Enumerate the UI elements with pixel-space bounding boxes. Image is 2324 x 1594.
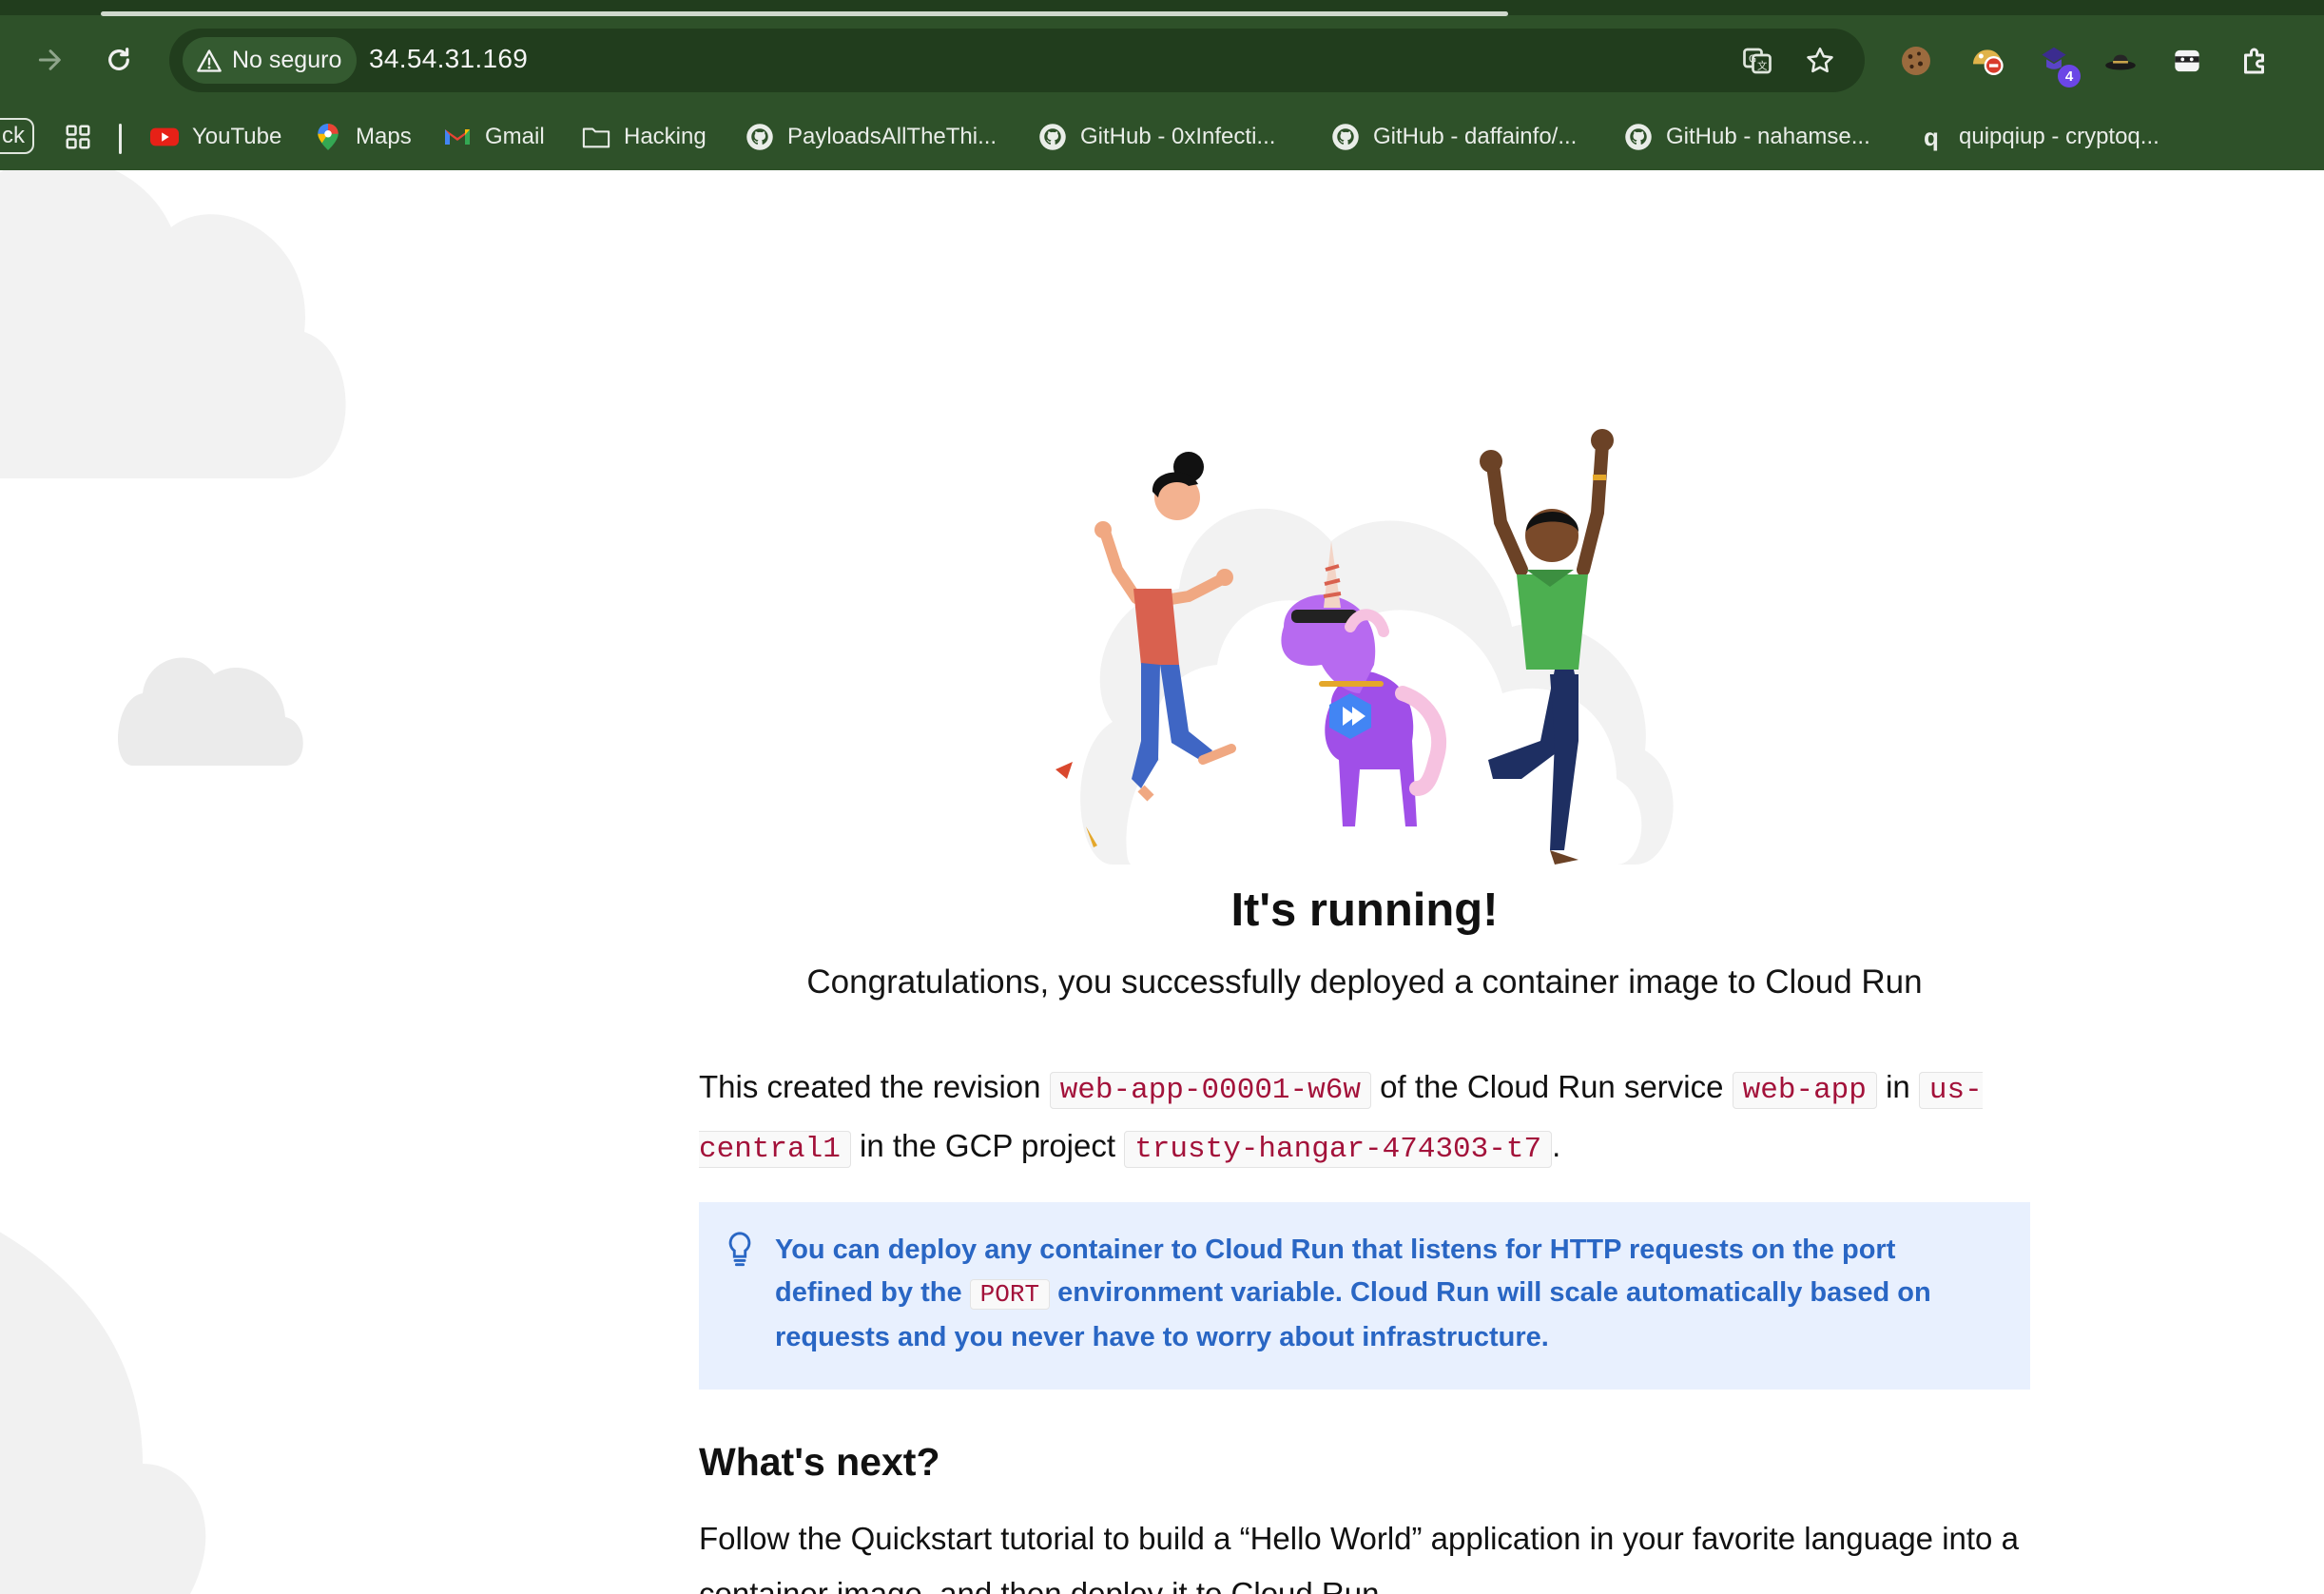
gmail-icon xyxy=(445,129,470,145)
tip-callout: You can deploy any container to Cloud Ru… xyxy=(699,1202,2030,1390)
page-subtitle: Congratulations, you successfully deploy… xyxy=(806,963,1923,1001)
svg-text:文: 文 xyxy=(1757,59,1768,71)
project-id: trusty-hangar-474303-t7 xyxy=(1124,1131,1553,1168)
cookie-extension-button[interactable] xyxy=(1895,40,1937,82)
cookie-extension-icon xyxy=(1902,47,1930,75)
bookmarks-bar: YouTube Maps Gmail Hacking PayloadsAllTh… xyxy=(0,112,2324,162)
youtube-icon xyxy=(150,127,179,146)
bookmark-payloadsallthethings[interactable]: PayloadsAllTheThi... xyxy=(746,120,997,154)
translate-icon: G文 xyxy=(1743,48,1772,74)
browser-chrome: No seguro 34.54.31.169 G文 4 ck YouTube M… xyxy=(0,0,2324,170)
extensions-puzzle-icon xyxy=(2244,48,2264,74)
url-text[interactable]: 34.54.31.169 xyxy=(369,44,528,74)
star-icon xyxy=(1807,47,1833,73)
bookmark-quipqiup[interactable]: q quipqiup - cryptoq... xyxy=(1917,120,2159,154)
blocker-extension-button[interactable] xyxy=(1966,40,2008,82)
hat-extension-button[interactable] xyxy=(2100,40,2141,82)
page-content: It's running! Congratulations, you succe… xyxy=(0,170,2324,1594)
hat-extension-icon xyxy=(2105,54,2136,70)
purple-extension-button[interactable]: 4 xyxy=(2033,40,2081,87)
warning-triangle-icon xyxy=(197,49,222,72)
blocker-extension-icon xyxy=(1973,49,2004,75)
security-indicator[interactable]: No seguro xyxy=(183,37,358,84)
address-bar[interactable]: No seguro 34.54.31.169 G文 xyxy=(169,29,1865,92)
extension-badge: 4 xyxy=(2058,65,2081,87)
port-variable: PORT xyxy=(969,1279,1051,1310)
maps-pin-icon xyxy=(318,124,339,150)
forward-button[interactable] xyxy=(27,36,74,84)
mask-extension-icon xyxy=(2175,49,2199,72)
revision-name: web-app-00001-w6w xyxy=(1049,1072,1371,1109)
background-clouds xyxy=(0,170,346,1594)
page-load-progress xyxy=(101,11,1508,16)
folder-icon xyxy=(582,127,610,148)
bookmark-youtube[interactable]: YouTube xyxy=(150,120,281,154)
whats-next-paragraph: Follow the Quickstart tutorial to build … xyxy=(699,1521,2019,1594)
security-label: No seguro xyxy=(232,47,342,73)
bookmark-star-button[interactable] xyxy=(1801,42,1839,80)
cloud-run-celebration-illustration xyxy=(1055,429,1674,865)
revision-paragraph: This created the revision web-app-00001-… xyxy=(699,1069,1983,1168)
bookmark-maps[interactable]: Maps xyxy=(314,120,412,154)
github-icon xyxy=(1625,124,1652,150)
reload-button[interactable] xyxy=(95,36,143,84)
translate-button[interactable]: G文 xyxy=(1738,42,1776,80)
q-icon: q xyxy=(1924,122,1939,151)
github-icon xyxy=(1039,124,1066,150)
reload-icon xyxy=(108,48,129,70)
github-icon xyxy=(1332,124,1359,150)
bookmark-github-daffainfo[interactable]: GitHub - daffainfo/... xyxy=(1331,120,1577,154)
github-icon xyxy=(746,124,773,150)
lightbulb-icon xyxy=(728,1232,751,1267)
whats-next-heading: What's next? xyxy=(699,1440,940,1484)
service-name: web-app xyxy=(1732,1072,1877,1109)
page-title: It's running! xyxy=(1230,884,1499,936)
extensions-menu-button[interactable] xyxy=(2235,40,2276,82)
mask-extension-button[interactable] xyxy=(2166,40,2208,82)
bookmark-github-nahamsec[interactable]: GitHub - nahamse... xyxy=(1624,120,1870,154)
bookmark-folder-hacking[interactable]: Hacking xyxy=(582,120,707,154)
svg-text:G: G xyxy=(1749,54,1756,66)
bookmark-github-0xinfection[interactable]: GitHub - 0xInfecti... xyxy=(1038,120,1275,154)
forward-arrow-icon xyxy=(38,49,61,70)
bookmark-gmail[interactable]: Gmail xyxy=(443,120,545,154)
